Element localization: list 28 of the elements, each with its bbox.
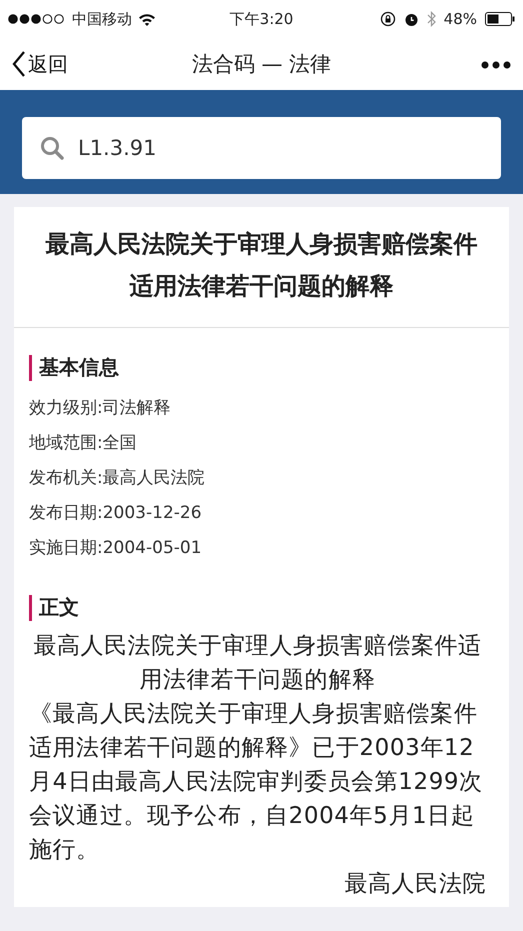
battery-percent: 48% [444,10,477,28]
section-marker [29,594,32,620]
info-line: 发布机关:最高人民法院 [29,467,206,490]
chevron-left-icon [12,51,26,77]
rotation-lock-icon [380,11,396,27]
section-heading: 基本信息 [39,354,119,381]
wifi-icon [138,12,156,26]
back-button[interactable]: 返回 [12,50,68,78]
more-icon [481,60,511,68]
page-title: 法合码 — 法律 [192,52,332,76]
info-line: 效力级别:司法解释 [29,397,172,420]
clock-time: 下午3:20 [230,10,294,28]
body-paragraph: 最高人民法院 [343,870,487,899]
signal-icon [8,14,66,24]
section-heading: 正文 [39,594,79,621]
search-icon [40,136,64,160]
body-paragraph: 最高人民法院关于审理人身损害赔偿案件适用法律若干问题的解释 [32,632,483,695]
search-field[interactable]: L1.3.91 [22,117,501,179]
carrier-name: 中国移动 [72,10,132,28]
law-title: 最高人民法院关于审理人身损害赔偿案件适用法律若干问题的解释 [46,230,478,300]
alarm-icon [404,12,419,26]
info-line: 地域范围:全国 [29,432,138,455]
section-marker [29,354,32,380]
info-line: 实施日期:2004-05-01 [29,537,203,560]
info-line: 发布日期:2003-12-26 [29,502,203,525]
bluetooth-icon [426,11,436,27]
battery-icon [485,12,515,26]
body-paragraph: 《最高人民法院关于审理人身损害赔偿案件适用法律若干问题的解释》已于2003年12月4日由最高人民法院审判委员会第1299次会议通过。现予公布，自2004年5月1日起施行。 [29,700,484,865]
